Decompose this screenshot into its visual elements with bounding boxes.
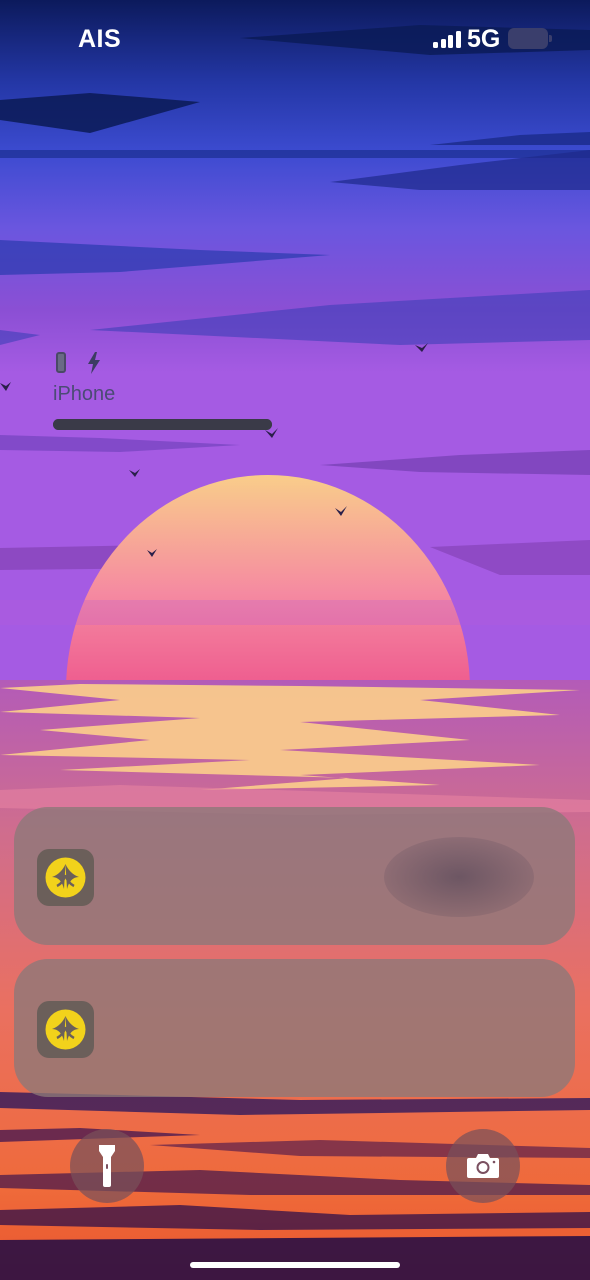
battery-icon xyxy=(508,28,548,49)
flashlight-icon xyxy=(99,1145,115,1187)
home-indicator[interactable] xyxy=(190,1262,400,1268)
camera-icon xyxy=(467,1154,499,1178)
battery-widget[interactable]: iPhone xyxy=(53,350,283,440)
flashlight-button[interactable] xyxy=(70,1129,144,1203)
bank-app-icon xyxy=(37,849,94,906)
battery-level-fill xyxy=(53,419,272,430)
device-name: iPhone xyxy=(53,383,116,405)
signal-strength-icon xyxy=(433,30,463,48)
carrier-label: AIS xyxy=(78,25,122,53)
camera-button[interactable] xyxy=(446,1129,520,1203)
bolt-icon xyxy=(88,352,100,374)
network-type-label: 5G xyxy=(467,25,501,53)
notification-content-blur xyxy=(384,837,534,917)
phone-icon xyxy=(56,352,66,373)
status-bar: AIS 5G xyxy=(0,0,590,80)
battery-level-bar xyxy=(53,419,272,430)
battery-cap xyxy=(549,35,552,42)
notification-card[interactable] xyxy=(14,807,575,945)
notification-card[interactable] xyxy=(14,959,575,1097)
bank-app-icon xyxy=(37,1001,94,1058)
